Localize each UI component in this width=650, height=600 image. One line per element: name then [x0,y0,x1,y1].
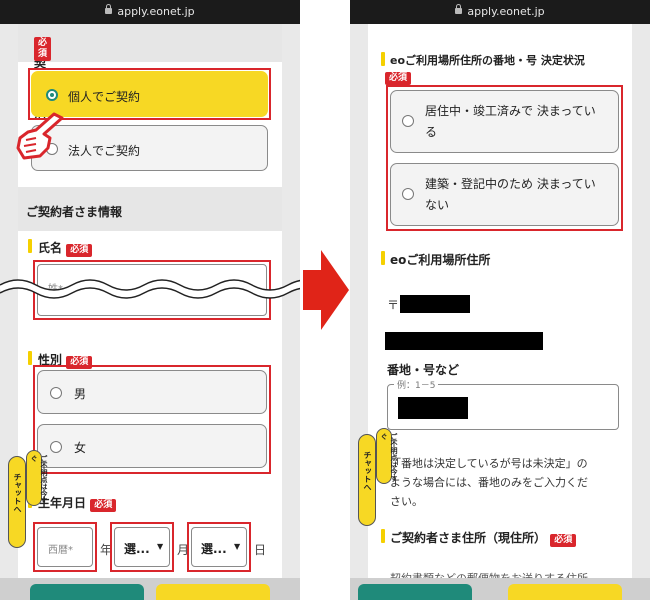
highlight-frame [187,522,251,572]
url-text: apply.eonet.jp [117,5,195,18]
highlight-frame [33,365,271,474]
chat-label: チャットへ [13,473,22,513]
left-screen: apply.eonet.jp ご契約種別 必須 個人でご契約 法人でご契約 ご契… [0,0,300,600]
side-margin [632,24,650,600]
pointing-hand-icon [16,112,64,160]
label-accent [381,251,385,265]
bottom-right-button[interactable] [508,584,622,600]
highlight-frame [110,522,174,572]
side-margin [282,24,300,600]
postal-mark: 〒 [387,298,400,312]
name-label: 氏名 必須 [38,239,93,257]
bottom-left-button[interactable] [30,584,144,600]
chat-note: ご不明点は今すぐ [26,450,48,506]
label-accent [381,529,385,543]
current-address-label: ご契約者さま住所（現住所） 必須 [390,529,577,547]
highlight-frame [386,85,623,231]
lock-icon [105,4,113,14]
street-note: 「番地は決定しているが号は未決定」の ような場合には、番地のみをご入力くだ さい… [390,457,588,508]
redacted-postal-code [400,295,470,313]
lock-icon [455,4,463,14]
option-label: 法人でご契約 [68,144,141,158]
status-bar: apply.eonet.jp [0,0,300,24]
redacted-street [398,397,468,419]
status-bar: apply.eonet.jp [350,0,650,24]
usage-address-label: eoご利用場所住所 [390,253,491,267]
birthday-label: 生年月日 必須 [38,494,117,512]
street-label: 番地・号など [387,363,460,377]
section-contract-type: ご契約種別 必須 [18,24,282,121]
break-line-icon [0,279,300,299]
day-unit: 日 [254,543,267,557]
chat-note: ご不明点は今すぐ [376,428,398,484]
section-contractor-info: ご契約者さま情報 [18,187,282,231]
required-badge: 必須 [34,37,52,61]
address-status-label: eoご利用場所住所の番地・号 決定状況 [390,54,585,67]
label-accent [381,52,385,66]
url-text: apply.eonet.jp [467,5,545,18]
chat-label: チャットへ [363,451,372,491]
chat-button[interactable]: チャットへ [358,434,376,526]
bottom-right-button[interactable] [156,584,270,600]
bottom-left-button[interactable] [358,584,472,600]
arrow-right-icon [303,250,349,330]
label-accent [28,351,32,365]
section-title: ご契約者さま情報 [26,205,123,219]
street-input[interactable]: 例：1－5 [387,378,619,430]
required-badge: 必須 [385,72,412,85]
redacted-address [385,332,543,350]
highlight-frame [33,522,97,572]
label-accent [28,239,32,253]
right-screen: apply.eonet.jp eoご利用場所住所の番地・号 決定状況 必須 居住… [350,0,650,600]
chat-button[interactable]: チャットへ [8,456,26,548]
form-content: eoご利用場所住所の番地・号 決定状況 必須 居住中・竣工済みで 決まってい る… [368,24,632,600]
